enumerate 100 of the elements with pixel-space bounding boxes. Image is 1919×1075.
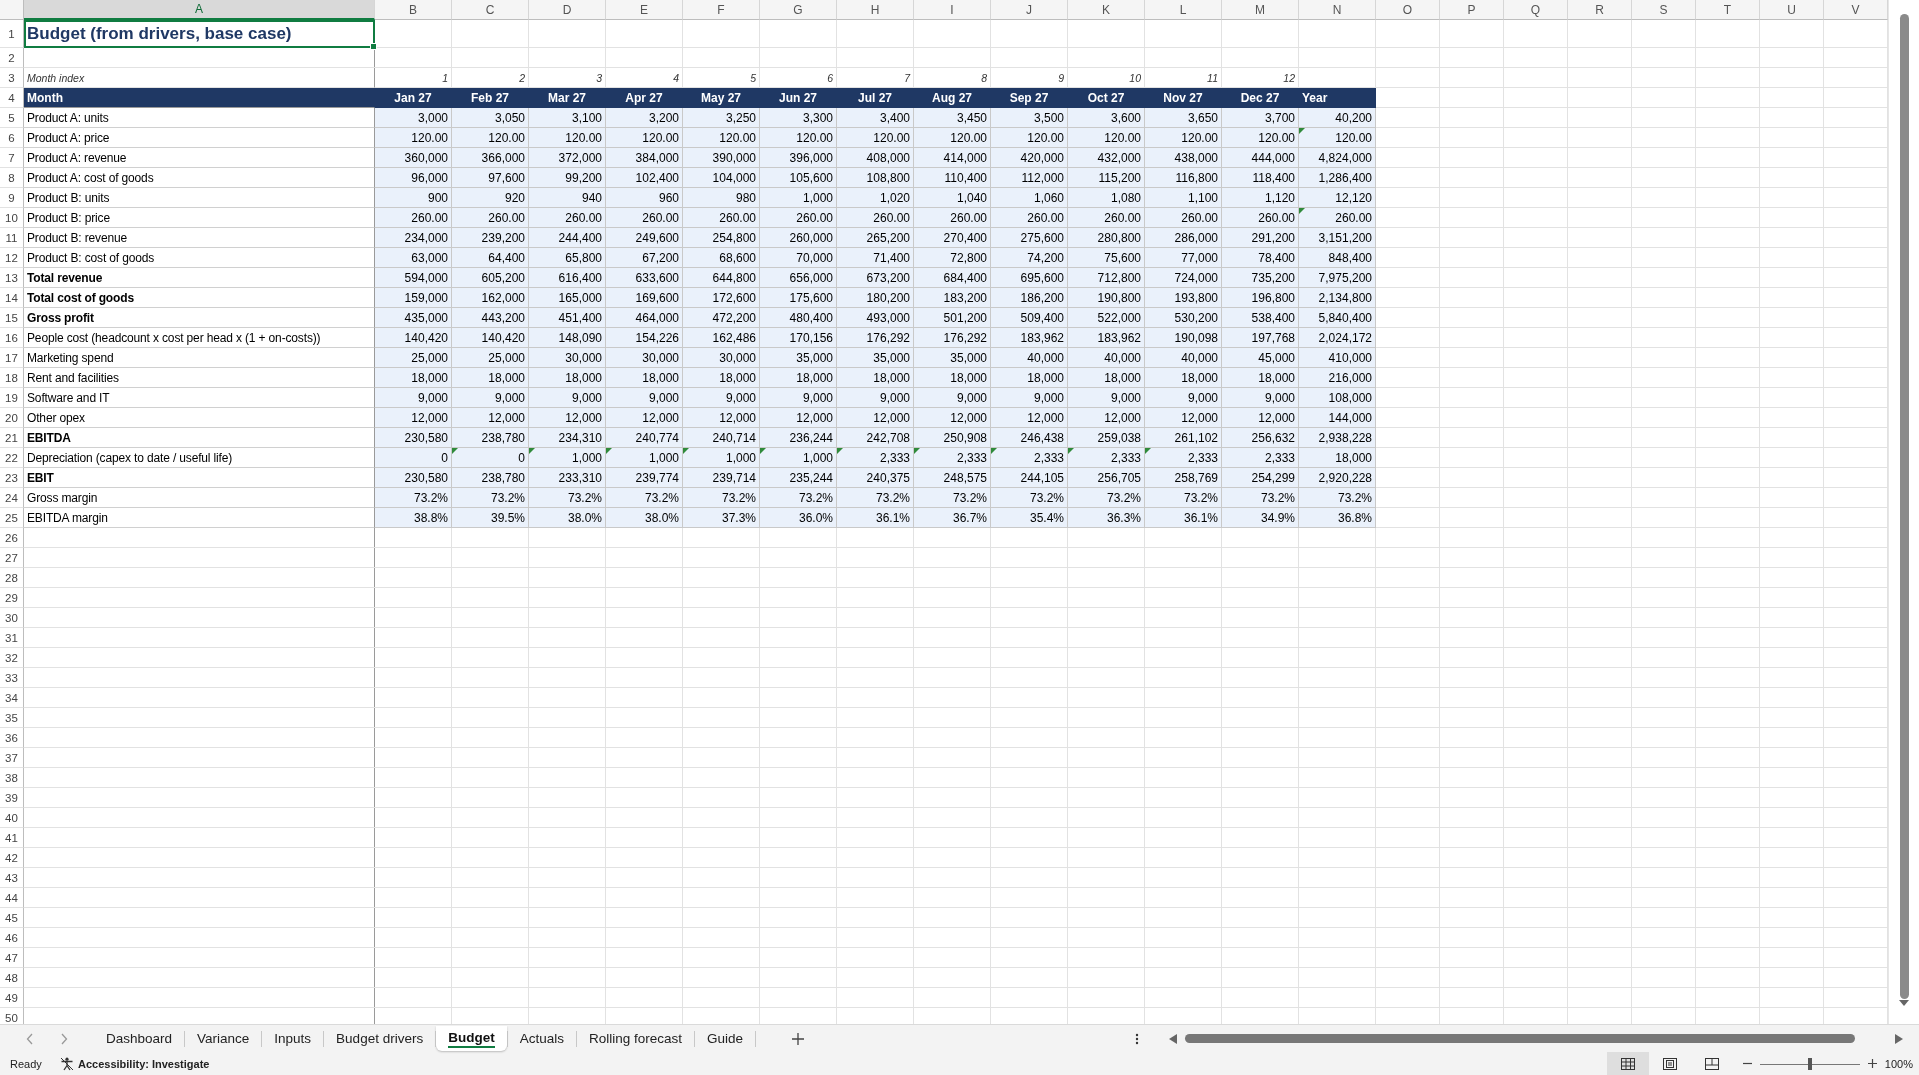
row-number[interactable]: 34 (0, 688, 24, 708)
row-number[interactable]: 31 (0, 628, 24, 648)
sheet-tab[interactable]: Dashboard (94, 1027, 185, 1050)
table-cell: 2,333 (914, 448, 991, 468)
row-number[interactable]: 33 (0, 668, 24, 688)
column-header[interactable]: F (683, 0, 760, 20)
row-number[interactable]: 5 (0, 108, 24, 128)
scrollbar-thumb[interactable] (1899, 14, 1909, 999)
row-number[interactable]: 37 (0, 748, 24, 768)
row-number[interactable]: 43 (0, 868, 24, 888)
row-number[interactable]: 32 (0, 648, 24, 668)
column-header[interactable]: S (1632, 0, 1696, 20)
row-number[interactable]: 14 (0, 288, 24, 308)
column-header[interactable]: I (914, 0, 991, 20)
column-header[interactable]: K (1068, 0, 1145, 20)
sheet-tab[interactable]: Budget (436, 1026, 507, 1051)
row-number[interactable]: 35 (0, 708, 24, 728)
sheet-tab[interactable]: Inputs (262, 1027, 324, 1050)
column-header[interactable]: B (375, 0, 452, 20)
accessibility-status[interactable]: Accessibility: Investigate (78, 1057, 210, 1070)
row-number[interactable]: 25 (0, 508, 24, 528)
row-number[interactable]: 2 (0, 48, 24, 68)
row-number[interactable]: 46 (0, 928, 24, 948)
column-header[interactable]: D (529, 0, 606, 20)
row-number[interactable]: 39 (0, 788, 24, 808)
zoom-level[interactable]: 100% (1884, 1057, 1913, 1070)
column-header[interactable]: M (1222, 0, 1299, 20)
row-number[interactable]: 22 (0, 448, 24, 468)
column-header[interactable]: Q (1504, 0, 1568, 20)
column-header[interactable]: J (991, 0, 1068, 20)
page-break-icon[interactable] (1704, 1057, 1719, 1070)
column-header[interactable]: U (1760, 0, 1824, 20)
column-header[interactable]: T (1696, 0, 1760, 20)
row-number[interactable]: 27 (0, 548, 24, 568)
table-cell: 25,000 (452, 348, 529, 368)
row-number[interactable]: 8 (0, 168, 24, 188)
column-header[interactable]: C (452, 0, 529, 20)
row-number[interactable]: 26 (0, 528, 24, 548)
chevron-right-icon[interactable] (60, 1032, 68, 1045)
column-header[interactable]: H (837, 0, 914, 20)
row-number[interactable]: 24 (0, 488, 24, 508)
row-number[interactable]: 41 (0, 828, 24, 848)
row-number[interactable]: 44 (0, 888, 24, 908)
chevron-left-icon[interactable] (26, 1032, 34, 1045)
fill-handle[interactable] (370, 43, 377, 50)
row-number[interactable]: 11 (0, 228, 24, 248)
sheet-tab[interactable]: Rolling forecast (576, 1027, 694, 1050)
column-header[interactable]: G (760, 0, 837, 20)
table-cell: 3,600 (1068, 108, 1145, 128)
more-icon[interactable] (1135, 1032, 1139, 1045)
column-header[interactable]: E (606, 0, 683, 20)
table-cell: 38.0% (529, 508, 606, 528)
horizontal-scrollbar-thumb[interactable] (1185, 1034, 1855, 1043)
scroll-right-icon[interactable] (1895, 1033, 1903, 1044)
page-layout-icon[interactable] (1662, 1057, 1677, 1070)
row-number[interactable]: 29 (0, 588, 24, 608)
row-number[interactable]: 47 (0, 948, 24, 968)
accessibility-icon[interactable] (60, 1056, 74, 1071)
row-number[interactable]: 12 (0, 248, 24, 268)
row-number[interactable]: 30 (0, 608, 24, 628)
row-number[interactable]: 48 (0, 968, 24, 988)
row-number[interactable]: 10 (0, 208, 24, 228)
row-number[interactable]: 9 (0, 188, 24, 208)
column-header[interactable]: V (1824, 0, 1888, 20)
row-number[interactable]: 6 (0, 128, 24, 148)
row-number[interactable]: 45 (0, 908, 24, 928)
row-number[interactable]: 42 (0, 848, 24, 868)
row-number[interactable]: 49 (0, 988, 24, 1008)
row-number[interactable]: 40 (0, 808, 24, 828)
column-header[interactable]: O (1376, 0, 1440, 20)
row-number[interactable]: 18 (0, 368, 24, 388)
row-number[interactable]: 19 (0, 388, 24, 408)
zoom-in-icon[interactable] (1867, 1059, 1877, 1068)
column-header[interactable]: L (1145, 0, 1222, 20)
row-number[interactable]: 7 (0, 148, 24, 168)
normal-view-button[interactable] (1606, 1052, 1649, 1075)
row-number[interactable]: 17 (0, 348, 24, 368)
zoom-slider-thumb[interactable] (1807, 1057, 1812, 1070)
column-header[interactable]: N (1299, 0, 1376, 20)
row-number[interactable]: 20 (0, 408, 24, 428)
row-number[interactable]: 38 (0, 768, 24, 788)
row-number[interactable]: 36 (0, 728, 24, 748)
row-number[interactable]: 23 (0, 468, 24, 488)
row-number[interactable]: 16 (0, 328, 24, 348)
row-number[interactable]: 3 (0, 68, 24, 88)
sheet-tab[interactable]: Variance (185, 1027, 262, 1050)
sheet-tab[interactable]: Actuals (507, 1027, 576, 1050)
column-header[interactable]: R (1568, 0, 1632, 20)
column-header[interactable]: P (1440, 0, 1504, 20)
sheet-tab[interactable]: Guide (695, 1027, 755, 1050)
sheet-tab[interactable]: Budget drivers (324, 1027, 436, 1050)
row-number[interactable]: 1 (0, 20, 24, 48)
scroll-left-icon[interactable] (1169, 1033, 1177, 1044)
add-sheet-icon[interactable] (792, 1032, 804, 1045)
row-number[interactable]: 15 (0, 308, 24, 328)
row-number[interactable]: 13 (0, 268, 24, 288)
row-number[interactable]: 28 (0, 568, 24, 588)
row-number[interactable]: 21 (0, 428, 24, 448)
column-header[interactable]: A (24, 0, 375, 20)
normal-view-icon[interactable] (1620, 1057, 1635, 1070)
